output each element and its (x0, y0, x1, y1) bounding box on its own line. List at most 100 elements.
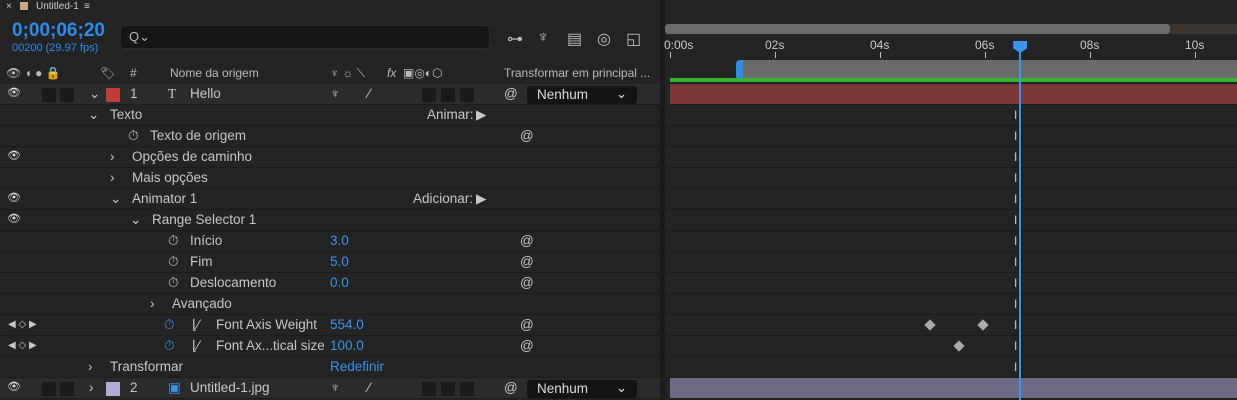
property-row[interactable]: 👁 ⌄ Range Selector 1 (0, 210, 660, 231)
layer-name[interactable]: Hello (190, 86, 221, 101)
work-area-bar[interactable] (739, 60, 1237, 80)
play-menu-icon[interactable]: ▶ (476, 191, 486, 207)
expand-chevron-icon[interactable]: › (110, 170, 115, 185)
parent-dropdown[interactable]: Nenhum ⌄ (527, 86, 637, 104)
switch-box[interactable] (42, 382, 56, 396)
expand-chevron-icon[interactable]: ⌄ (130, 212, 141, 228)
expression-pickwhip-icon[interactable]: @ (520, 317, 534, 332)
motion-blur-icon[interactable]: ◎ (597, 29, 611, 49)
visibility-eye-icon[interactable]: 👁 (7, 191, 21, 204)
collapse-chevron-icon[interactable]: ⌄ (89, 86, 100, 102)
property-value[interactable]: 100.0 (330, 338, 364, 353)
switch-box[interactable] (441, 382, 455, 396)
keyframe[interactable] (977, 319, 989, 331)
property-row[interactable]: › Mais opções (0, 168, 660, 189)
parent-dropdown[interactable]: Nenhum ⌄ (527, 380, 637, 398)
pickwhip-icon[interactable]: @ (504, 380, 518, 395)
action-label[interactable]: Animar: (427, 107, 474, 122)
shy-layers-icon[interactable]: ♆ (537, 29, 549, 47)
switch-box[interactable] (60, 88, 74, 102)
property-row[interactable]: › Transformar Redefinir (0, 357, 660, 378)
switch-box[interactable] (42, 88, 56, 102)
property-row[interactable]: ⏱ Texto de origem @ (0, 126, 660, 147)
shy-switch-icon[interactable]: ♆ (330, 380, 340, 395)
stopwatch-icon[interactable]: ⏱ (164, 338, 175, 354)
play-menu-icon[interactable]: ▶ (476, 107, 486, 123)
property-value[interactable]: 0.0 (330, 275, 349, 290)
work-area-start-handle[interactable] (735, 60, 743, 80)
expression-pickwhip-icon[interactable]: @ (520, 233, 534, 248)
header-parent[interactable]: Transformar em principal ... (504, 66, 650, 80)
property-row[interactable]: ⏱ Fim 5.0 @ (0, 252, 660, 273)
current-time[interactable]: 0;00;06;20 (12, 20, 105, 42)
switch-box[interactable] (422, 88, 436, 102)
property-value[interactable]: 5.0 (330, 254, 349, 269)
property-row[interactable]: 👁 › Opções de caminho (0, 147, 660, 168)
keyframe[interactable] (924, 319, 936, 331)
layer-row[interactable]: 👁 ⌄ 1 T Hello ♆ ⁄ @ Nenhum ⌄ (0, 84, 660, 105)
stopwatch-icon[interactable]: ⏱ (164, 317, 175, 333)
layer-name[interactable]: Untitled-1.jpg (190, 380, 270, 395)
switch-box[interactable] (60, 382, 74, 396)
switch-box[interactable] (460, 88, 474, 102)
property-row[interactable]: ⏱ ◀ ◇ ▶ ⌊⁄ Font Ax...tical size 100.0 @ (0, 336, 660, 357)
visibility-eye-icon[interactable]: 👁 (7, 380, 21, 393)
property-row[interactable]: ⏱ ◀ ◇ ▶ ⌊⁄ Font Axis Weight 554.0 @ (0, 315, 660, 336)
close-tab-icon[interactable]: × (6, 1, 12, 12)
property-name: Texto (110, 107, 143, 122)
switch-box[interactable] (441, 88, 455, 102)
panel-tab[interactable]: × Untitled-1 ≡ (0, 0, 660, 14)
composition-flowchart-icon[interactable]: ⊶ (507, 29, 523, 49)
property-value[interactable]: 554.0 (330, 317, 364, 332)
header-source-name[interactable]: Nome da origem (170, 66, 259, 80)
layer-row[interactable]: 👁 › 2 ▣ Untitled-1.jpg ♆ ⁄ @ Nenhum ⌄ (0, 378, 660, 399)
label-color[interactable] (106, 88, 120, 102)
expression-pickwhip-icon[interactable]: @ (520, 275, 534, 290)
keyframe-navigator[interactable]: ◀ ◇ ▶ (8, 319, 37, 330)
quality-switch-icon[interactable]: ⁄ (368, 86, 370, 101)
expand-chevron-icon[interactable]: ⌄ (88, 107, 99, 123)
stopwatch-icon[interactable]: ⏱ (168, 233, 179, 249)
visibility-eye-icon[interactable]: 👁 (7, 86, 21, 99)
expression-pickwhip-icon[interactable]: @ (520, 128, 534, 143)
shy-switch-icon[interactable]: ♆ (330, 86, 340, 101)
label-color[interactable] (106, 382, 120, 396)
expand-chevron-icon[interactable]: › (89, 380, 94, 395)
expand-chevron-icon[interactable]: › (150, 296, 155, 311)
stopwatch-icon[interactable]: ⏱ (128, 128, 139, 144)
property-value[interactable]: 3.0 (330, 233, 349, 248)
playhead[interactable] (1013, 41, 1028, 53)
time-navigator[interactable] (665, 24, 1170, 34)
visibility-eye-icon[interactable]: 👁 (7, 149, 21, 162)
expression-pickwhip-icon[interactable]: @ (520, 254, 534, 269)
property-row[interactable]: ⏱ Início 3.0 @ (0, 231, 660, 252)
property-row[interactable]: ⏱ Deslocamento 0.0 @ (0, 273, 660, 294)
stopwatch-icon[interactable]: ⏱ (168, 254, 179, 270)
property-value[interactable]: Redefinir (330, 359, 384, 374)
search-input[interactable]: Q⌄ (120, 25, 490, 49)
playhead-line[interactable] (1019, 44, 1022, 400)
graph-icon[interactable]: ⌊⁄ (192, 338, 200, 354)
ruler-label: 0:00s (664, 38, 694, 52)
property-row[interactable]: 👁 ⌄ Animator 1 Adicionar: ▶ (0, 189, 660, 210)
quality-switch-icon[interactable]: ⁄ (368, 380, 370, 395)
graph-editor-icon[interactable]: ◱ (626, 29, 641, 49)
action-label[interactable]: Adicionar: (413, 191, 473, 206)
stopwatch-icon[interactable]: ⏱ (168, 275, 179, 291)
frame-blending-icon[interactable]: ▤ (567, 29, 582, 49)
switch-box[interactable] (460, 382, 474, 396)
property-row[interactable]: › Avançado (0, 294, 660, 315)
keyframe[interactable] (953, 340, 965, 352)
property-row[interactable]: ⌄ Texto Animar: ▶ (0, 105, 660, 126)
expand-chevron-icon[interactable]: › (110, 149, 115, 164)
switch-box[interactable] (422, 382, 436, 396)
graph-icon[interactable]: ⌊⁄ (192, 317, 200, 333)
property-name: Fim (190, 254, 213, 269)
pickwhip-icon[interactable]: @ (504, 86, 518, 101)
visibility-eye-icon[interactable]: 👁 (7, 212, 21, 225)
expand-chevron-icon[interactable]: › (88, 359, 93, 374)
keyframe-navigator[interactable]: ◀ ◇ ▶ (8, 340, 37, 351)
expand-chevron-icon[interactable]: ⌄ (110, 191, 121, 207)
panel-menu-icon[interactable]: ≡ (84, 1, 90, 12)
expression-pickwhip-icon[interactable]: @ (520, 338, 534, 353)
